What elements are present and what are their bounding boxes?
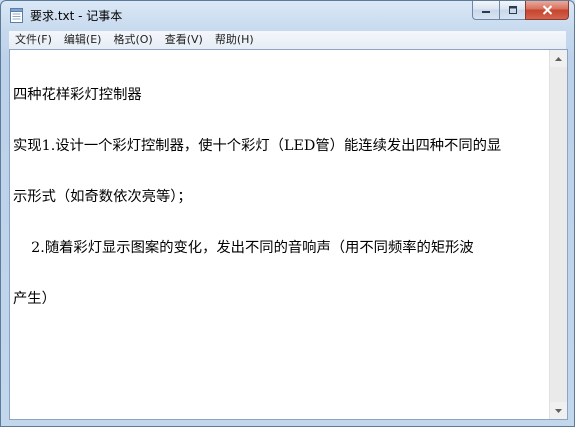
document-line: 产生） bbox=[13, 291, 56, 307]
menu-format[interactable]: 格式(O) bbox=[107, 31, 158, 49]
maximize-icon bbox=[508, 6, 517, 14]
document-line: 实现1.设计一个彩灯控制器，使十个彩灯（LED管）能连续发出四种不同的显 bbox=[13, 138, 502, 154]
menu-file[interactable]: 文件(F) bbox=[9, 31, 58, 49]
caption-buttons bbox=[472, 1, 569, 21]
document-line: 示形式（如奇数依次亮等）； bbox=[13, 189, 192, 205]
scroll-down-button[interactable] bbox=[550, 402, 567, 419]
menu-bar: 文件(F) 编辑(E) 格式(O) 查看(V) 帮助(H) bbox=[9, 31, 566, 49]
notepad-window: 要求.txt - 记事本 文件(F) 编辑(E) 格式(O) 查看(V) 帮助(… bbox=[0, 0, 575, 427]
window-title: 要求.txt - 记事本 bbox=[30, 9, 123, 23]
minimize-icon bbox=[482, 11, 490, 13]
menu-view[interactable]: 查看(V) bbox=[159, 31, 209, 49]
menu-help[interactable]: 帮助(H) bbox=[209, 31, 260, 49]
maximize-button[interactable] bbox=[499, 1, 525, 20]
text-editor[interactable]: 四种花样彩灯控制器 实现1.设计一个彩灯控制器，使十个彩灯（LED管）能连续发出… bbox=[9, 49, 568, 420]
document-text[interactable]: 四种花样彩灯控制器 实现1.设计一个彩灯控制器，使十个彩灯（LED管）能连续发出… bbox=[13, 53, 550, 342]
vertical-scrollbar[interactable] bbox=[549, 50, 567, 419]
scroll-up-arrow-icon bbox=[555, 56, 562, 61]
document-line: 四种花样彩灯控制器 bbox=[13, 87, 142, 103]
notepad-icon bbox=[10, 8, 23, 23]
close-icon bbox=[542, 5, 552, 15]
scroll-down-arrow-icon bbox=[555, 408, 562, 413]
scroll-up-button[interactable] bbox=[550, 50, 567, 67]
document-line: 2.随着彩灯显示图案的变化，发出不同的音响声（用不同频率的矩形波 bbox=[13, 240, 474, 256]
close-button[interactable] bbox=[525, 1, 569, 20]
menu-edit[interactable]: 编辑(E) bbox=[58, 31, 108, 49]
title-bar[interactable]: 要求.txt - 记事本 bbox=[1, 1, 574, 29]
minimize-button[interactable] bbox=[472, 1, 499, 20]
